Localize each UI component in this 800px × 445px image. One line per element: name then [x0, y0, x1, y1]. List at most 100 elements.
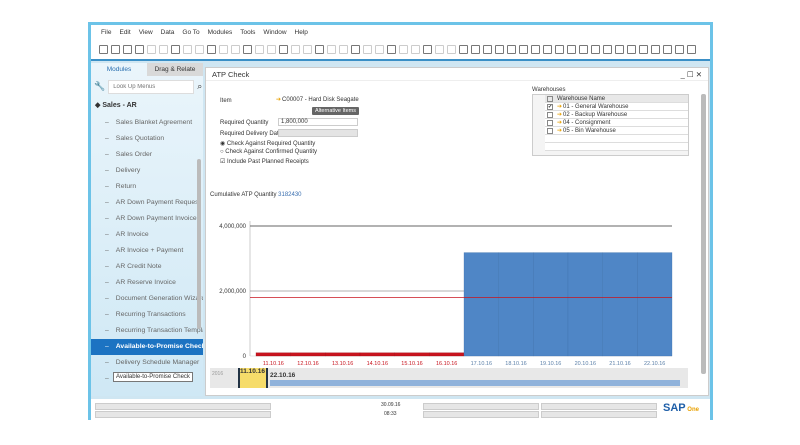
- toolbar-button-icon[interactable]: [315, 44, 324, 54]
- menu-window[interactable]: Window: [263, 29, 286, 36]
- past-receipts-checkbox[interactable]: ☑ Include Past Planned Receipts: [220, 158, 309, 165]
- toolbar-button-icon[interactable]: [339, 44, 348, 54]
- alternative-items-button[interactable]: Alternative Items: [312, 107, 359, 115]
- menu-file[interactable]: File: [101, 29, 111, 36]
- toolbar-button-icon[interactable]: [411, 44, 420, 54]
- toolbar-button-icon[interactable]: [279, 44, 288, 54]
- toolbar-button-icon[interactable]: [567, 44, 576, 54]
- menu-modules[interactable]: Modules: [208, 29, 233, 36]
- sidebar-scrollbar[interactable]: [197, 159, 201, 329]
- toolbar-button-icon[interactable]: [231, 44, 240, 54]
- toolbar-button-icon[interactable]: [99, 44, 108, 54]
- toolbar-button-icon[interactable]: [327, 44, 336, 54]
- sidebar-item[interactable]: – AR Credit Note: [91, 259, 203, 275]
- toolbar-button-icon[interactable]: [627, 44, 636, 54]
- menu-data[interactable]: Data: [161, 29, 175, 36]
- toolbar-button-icon[interactable]: [363, 44, 372, 54]
- warehouse-row[interactable]: ➔ 04 - Consignment: [545, 119, 688, 127]
- toolbar-button-icon[interactable]: [267, 44, 276, 54]
- toolbar-button-icon[interactable]: [387, 44, 396, 54]
- sidebar-item[interactable]: – Recurring Transactions: [91, 307, 203, 323]
- link-arrow-icon[interactable]: ➔: [557, 127, 562, 134]
- toolbar-button-icon[interactable]: [579, 44, 588, 54]
- link-arrow-icon[interactable]: ➔: [557, 119, 562, 126]
- toolbar-button-icon[interactable]: [147, 44, 156, 54]
- toolbar-button-icon[interactable]: [543, 44, 552, 54]
- sidebar-item[interactable]: – AR Down Payment Invoice: [91, 211, 203, 227]
- toolbar-button-icon[interactable]: [111, 44, 120, 54]
- warehouse-row[interactable]: ✔ ➔ 01 - General Warehouse: [545, 103, 688, 111]
- delivery-date-input[interactable]: [278, 129, 358, 137]
- timeline-scroller[interactable]: 2016 11.10.16 22.10.16: [210, 368, 688, 388]
- toolbar-button-icon[interactable]: [459, 44, 468, 54]
- toolbar-button-icon[interactable]: [171, 44, 180, 54]
- toolbar-button-icon[interactable]: [555, 44, 564, 54]
- toolbar-button-icon[interactable]: [507, 44, 516, 54]
- wrench-icon[interactable]: 🔧: [94, 81, 105, 92]
- timeline-selection[interactable]: 11.10.16: [238, 368, 268, 388]
- window-controls[interactable]: _ ☐ ✕: [681, 70, 702, 79]
- tab-drag-relate[interactable]: Drag & Relate: [147, 63, 203, 76]
- toolbar-button-icon[interactable]: [423, 44, 432, 54]
- toolbar-button-icon[interactable]: [303, 44, 312, 54]
- sidebar-item[interactable]: – Delivery Schedule Manager: [91, 355, 203, 371]
- warehouse-checkbox[interactable]: [547, 127, 553, 134]
- toolbar-button-icon[interactable]: [123, 44, 132, 54]
- sidebar-item[interactable]: – Available-to-Promise Check: [91, 339, 203, 355]
- toolbar-button-icon[interactable]: [195, 44, 204, 54]
- section-sales-ar[interactable]: ◆ Sales - AR: [91, 95, 203, 115]
- toolbar-button-icon[interactable]: [207, 44, 216, 54]
- toolbar-button-icon[interactable]: [663, 44, 672, 54]
- toolbar-button-icon[interactable]: [639, 44, 648, 54]
- toolbar-button-icon[interactable]: [255, 44, 264, 54]
- toolbar-button-icon[interactable]: [603, 44, 612, 54]
- radio-required[interactable]: ◉ Check Against Required Quantity: [220, 140, 315, 147]
- sidebar-item[interactable]: – Delivery: [91, 163, 203, 179]
- menu-edit[interactable]: Edit: [119, 29, 130, 36]
- sidebar-item[interactable]: – Sales Blanket Agreement: [91, 115, 203, 131]
- toolbar-button-icon[interactable]: [519, 44, 528, 54]
- toolbar-button-icon[interactable]: [615, 44, 624, 54]
- item-field[interactable]: ➔C00007 - Hard Disk Seagate: [274, 96, 360, 104]
- sidebar-item[interactable]: – AR Invoice: [91, 227, 203, 243]
- toolbar-button-icon[interactable]: [291, 44, 300, 54]
- sidebar-item[interactable]: – AR Down Payment Request: [91, 195, 203, 211]
- menu-go-to[interactable]: Go To: [182, 29, 199, 36]
- sidebar-item[interactable]: –Recurring Transaction Templates: [91, 323, 203, 339]
- toolbar-button-icon[interactable]: [687, 44, 696, 54]
- toolbar-button-icon[interactable]: [351, 44, 360, 54]
- toolbar-button-icon[interactable]: [183, 44, 192, 54]
- toolbar-button-icon[interactable]: [675, 44, 684, 54]
- sidebar-item[interactable]: – Return: [91, 179, 203, 195]
- warehouse-row[interactable]: ➔ 02 - Backup Warehouse: [545, 111, 688, 119]
- toolbar-button-icon[interactable]: [651, 44, 660, 54]
- sidebar-item[interactable]: – AR Invoice + Payment: [91, 243, 203, 259]
- toolbar-button-icon[interactable]: [135, 44, 144, 54]
- toolbar-button-icon[interactable]: [483, 44, 492, 54]
- sidebar-item[interactable]: – Sales Order: [91, 147, 203, 163]
- sidebar-item[interactable]: – Document Generation Wizard: [91, 291, 203, 307]
- toolbar-button-icon[interactable]: [219, 44, 228, 54]
- toolbar-button-icon[interactable]: [471, 44, 480, 54]
- toolbar-button-icon[interactable]: [375, 44, 384, 54]
- toolbar-button-icon[interactable]: [591, 44, 600, 54]
- menu-help[interactable]: Help: [295, 29, 308, 36]
- warehouse-checkbox[interactable]: ✔: [547, 103, 553, 110]
- panel-scrollbar[interactable]: [701, 94, 706, 374]
- required-quantity-input[interactable]: 1,800,000: [278, 118, 358, 126]
- menu-view[interactable]: View: [139, 29, 153, 36]
- warehouse-checkbox[interactable]: [547, 111, 553, 118]
- tab-modules[interactable]: Modules: [91, 63, 147, 76]
- link-arrow-icon[interactable]: ➔: [557, 103, 562, 110]
- link-arrow-icon[interactable]: ➔: [557, 111, 562, 118]
- radio-confirmed[interactable]: ○ Check Against Confirmed Quantity: [220, 149, 317, 155]
- toolbar-button-icon[interactable]: [159, 44, 168, 54]
- menu-tools[interactable]: Tools: [240, 29, 255, 36]
- search-icon[interactable]: ⌕: [197, 81, 202, 92]
- warehouse-checkbox[interactable]: [547, 119, 553, 126]
- toolbar-button-icon[interactable]: [531, 44, 540, 54]
- toolbar-button-icon[interactable]: [447, 44, 456, 54]
- toolbar-button-icon[interactable]: [243, 44, 252, 54]
- warehouse-row[interactable]: ➔ 05 - Bin Warehouse: [545, 127, 688, 135]
- toolbar-button-icon[interactable]: [435, 44, 444, 54]
